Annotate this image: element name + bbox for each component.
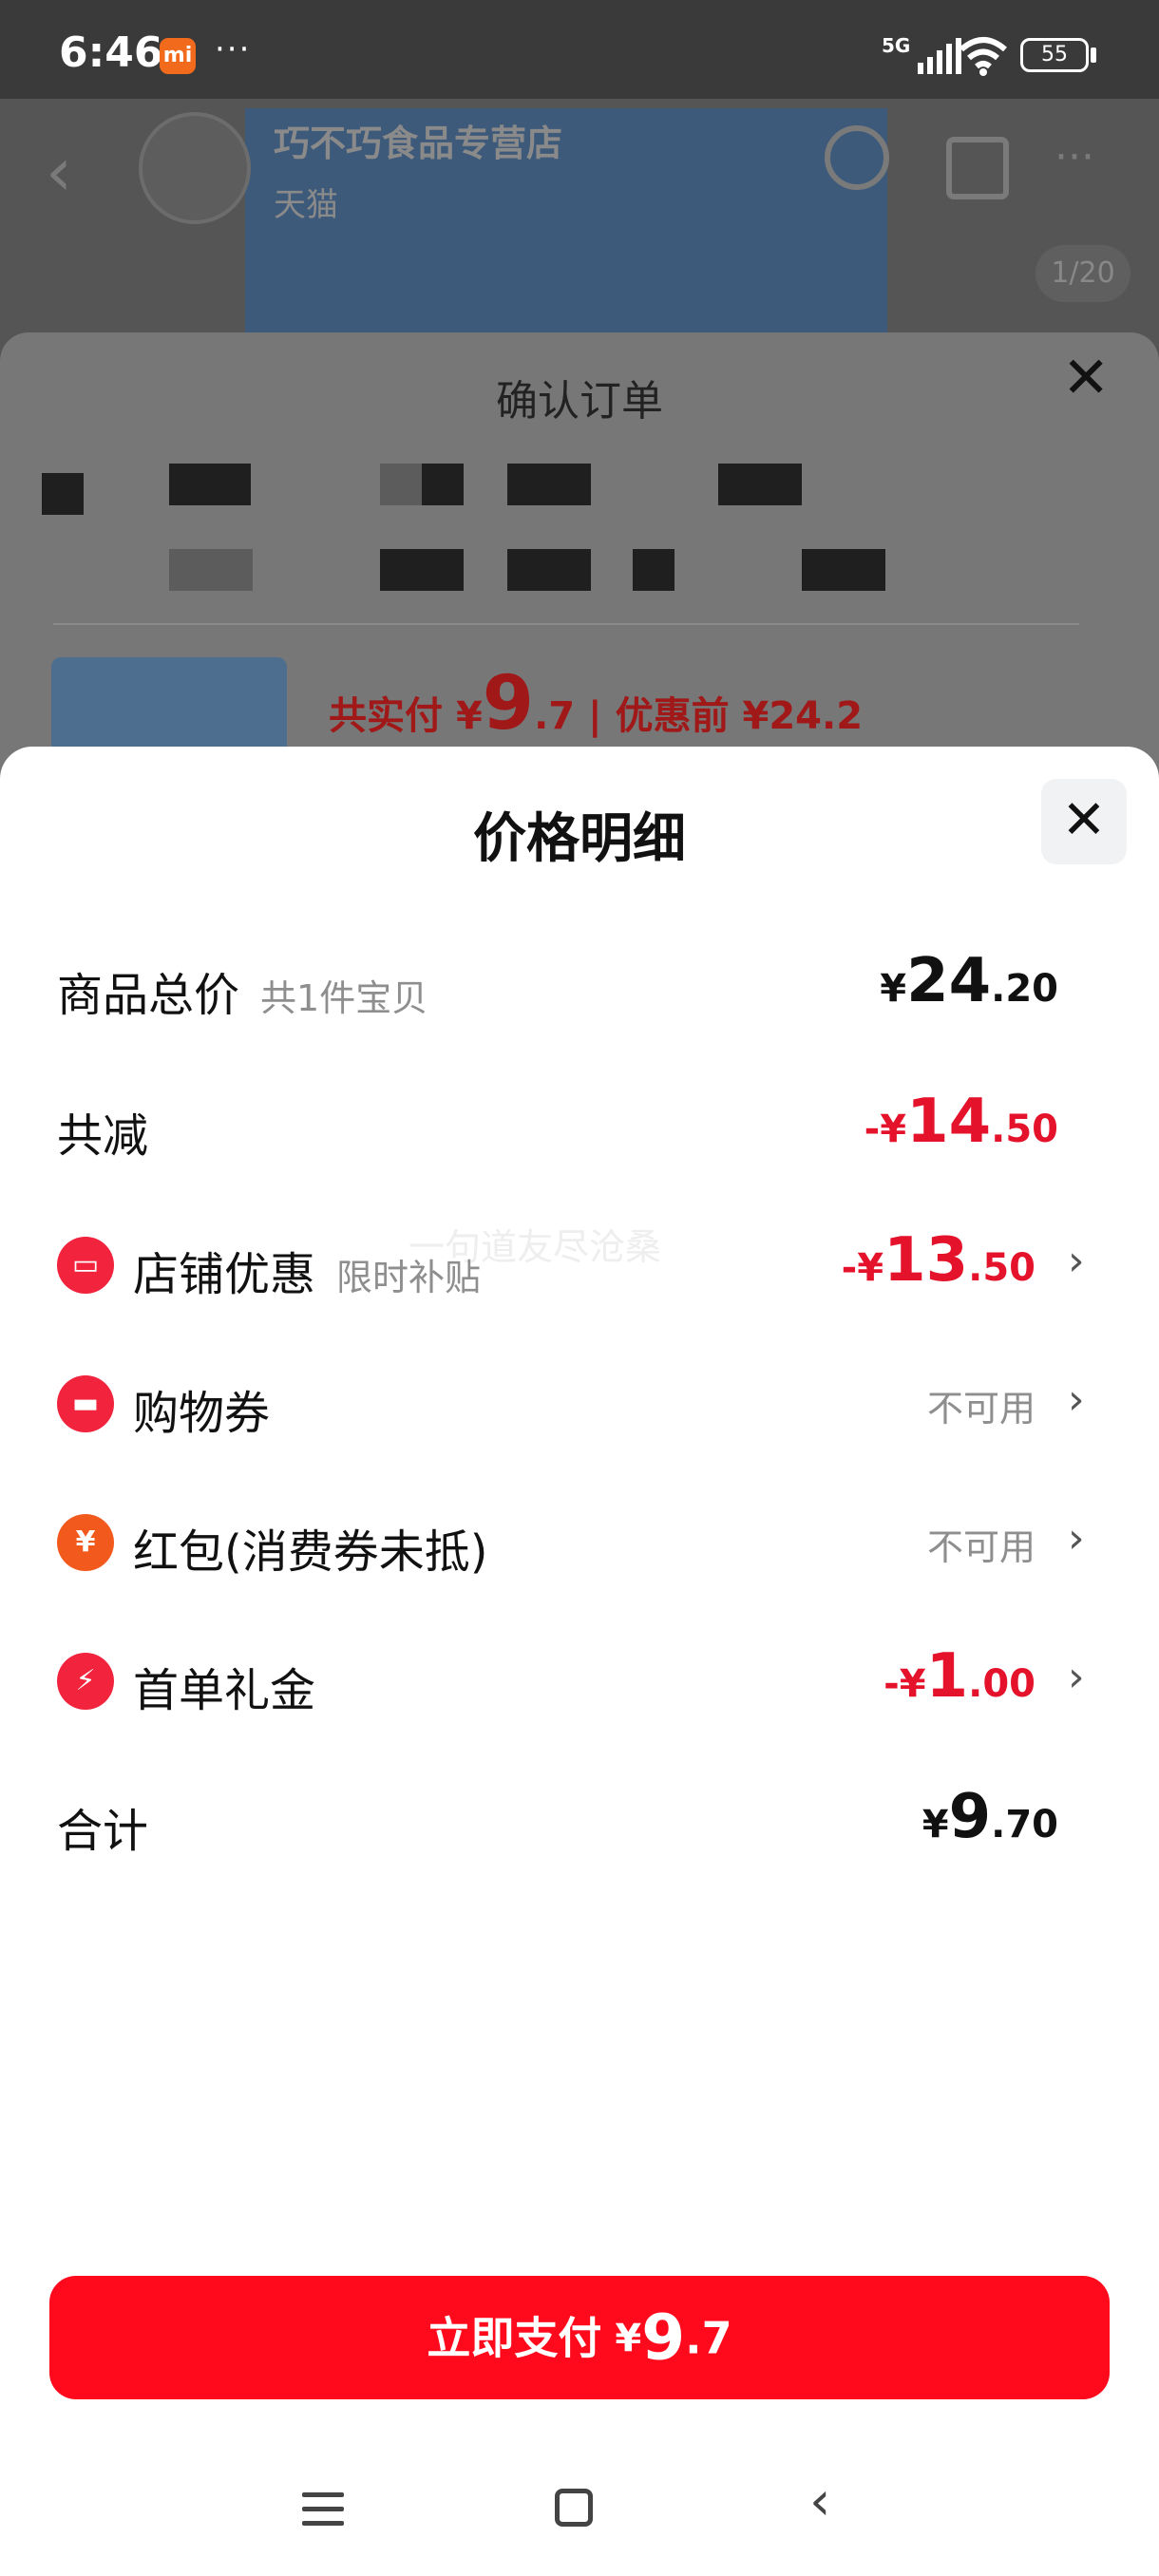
confirm-order-title: 确认订单 xyxy=(496,377,663,426)
battery-tip xyxy=(1091,47,1096,63)
pay-button-content: 立即支付 ¥9.7 xyxy=(49,2276,1110,2399)
close-icon: ✕ xyxy=(1062,345,1111,411)
pay-currency-symbol: ¥ xyxy=(615,2316,642,2360)
battery-icon: 55 xyxy=(1020,38,1089,72)
original-price-label: | 优惠前 xyxy=(588,694,730,738)
shopping-coupon-status[interactable]: 不可用 xyxy=(927,1379,1036,1431)
chevron-right-icon[interactable]: › xyxy=(1068,1514,1085,1563)
total-discount-label: 共减 xyxy=(57,1109,149,1163)
amount-dec: .20 xyxy=(991,967,1058,1011)
original-price-value: ¥24.2 xyxy=(742,694,864,738)
shop-discount-label: 店铺优惠 xyxy=(133,1248,316,1301)
divider xyxy=(53,623,1079,625)
redacted-name xyxy=(169,549,253,591)
redacted-name xyxy=(633,549,674,591)
currency-symbol: -¥ xyxy=(864,1108,907,1151)
red-packet-icon: ¥ xyxy=(57,1514,114,1571)
total-discount-amount: -¥14.50 xyxy=(864,1087,1058,1157)
row-goods-total-label: 商品总价 共1件宝贝 xyxy=(57,957,428,1024)
amount-int: 1 xyxy=(925,1641,969,1712)
redacted-name xyxy=(380,549,464,591)
order-total: 共实付 ¥9.7 | 优惠前 ¥24.2 xyxy=(329,661,863,747)
platform-label: 天猫 xyxy=(274,186,338,224)
pay-amount-dec: .7 xyxy=(685,2312,732,2364)
redacted-address xyxy=(169,464,251,505)
wifi-icon xyxy=(960,37,1007,76)
shopping-coupon-label[interactable]: 购物券 xyxy=(133,1375,270,1442)
order-total-label: 共实付 xyxy=(329,694,443,738)
brand-logo xyxy=(139,112,251,224)
amount-int: 13 xyxy=(884,1225,969,1296)
close-button[interactable]: ✕ xyxy=(1041,779,1127,864)
amount-int: 24 xyxy=(906,946,992,1016)
redacted-address xyxy=(42,473,84,515)
shop-name: 巧不巧食品专营店 xyxy=(274,123,563,164)
redacted-address xyxy=(718,464,802,505)
redacted-name xyxy=(507,549,591,591)
order-total-int: 9 xyxy=(482,661,535,747)
lightning-icon: ⚡ xyxy=(57,1653,114,1710)
shop-discount-amount[interactable]: -¥13.50 xyxy=(842,1225,1036,1296)
currency-symbol: ¥ xyxy=(922,1803,949,1847)
pay-now-button[interactable]: 立即支付 ¥9.7 xyxy=(49,2276,1110,2399)
currency-symbol: ¥ xyxy=(880,967,907,1011)
goods-total-label: 商品总价 xyxy=(57,969,240,1022)
grand-total-amount: ¥9.70 xyxy=(922,1782,1058,1852)
grand-total-label: 合计 xyxy=(57,1805,149,1858)
back-nav-icon[interactable]: ‹ xyxy=(809,2475,830,2529)
redacted-name xyxy=(802,549,885,591)
chevron-right-icon[interactable]: › xyxy=(1068,1653,1085,1701)
order-total-symbol: ¥ xyxy=(455,694,483,738)
redacted-address xyxy=(422,464,464,505)
network-type: 5G xyxy=(882,34,911,57)
goods-total-amount: ¥24.20 xyxy=(880,946,1058,1016)
search-icon xyxy=(825,125,889,190)
order-total-dec: .7 xyxy=(534,694,576,738)
currency-symbol: -¥ xyxy=(884,1662,926,1706)
redacted-address xyxy=(380,464,426,505)
amount-dec: .00 xyxy=(968,1662,1036,1706)
recent-apps-icon[interactable] xyxy=(302,2492,344,2535)
pay-button-label: 立即支付 xyxy=(427,2312,602,2364)
shop-discount-note: 限时补贴 xyxy=(336,1257,482,1298)
mi-notification-icon: mi xyxy=(160,38,196,74)
amount-dec: .50 xyxy=(991,1108,1058,1151)
status-time: 6:46 xyxy=(59,28,163,77)
amount-int: 14 xyxy=(906,1087,992,1157)
home-icon[interactable] xyxy=(555,2489,593,2527)
more-icon: ··· xyxy=(1054,133,1094,181)
first-order-gift-amount[interactable]: -¥1.00 xyxy=(884,1641,1036,1712)
amount-dec: .70 xyxy=(991,1803,1058,1847)
signal-icon xyxy=(918,38,961,74)
red-packet-status[interactable]: 不可用 xyxy=(927,1518,1036,1570)
chevron-right-icon[interactable]: › xyxy=(1068,1237,1085,1285)
row-shop-discount-label[interactable]: 店铺优惠 限时补贴 xyxy=(133,1237,481,1303)
more-notifications-icon: ··· xyxy=(215,30,252,68)
red-packet-label[interactable]: 红包(消费券未抵) xyxy=(133,1514,487,1581)
first-order-gift-label[interactable]: 首单礼金 xyxy=(133,1653,315,1719)
goods-count: 共1件宝贝 xyxy=(260,977,428,1019)
amount-int: 9 xyxy=(948,1782,992,1852)
share-icon xyxy=(946,137,1009,199)
currency-symbol: -¥ xyxy=(841,1246,884,1290)
coupon-icon: ▬ xyxy=(57,1375,114,1432)
shop-icon: ▭ xyxy=(57,1237,114,1294)
pay-amount-int: 9 xyxy=(641,2301,686,2375)
chevron-right-icon[interactable]: › xyxy=(1068,1375,1085,1424)
image-counter: 1/20 xyxy=(1036,245,1130,302)
amount-dec: .50 xyxy=(968,1246,1036,1290)
redacted-address xyxy=(507,464,591,505)
price-detail-title: 价格明细 xyxy=(473,808,686,870)
back-icon: ‹ xyxy=(46,133,72,211)
